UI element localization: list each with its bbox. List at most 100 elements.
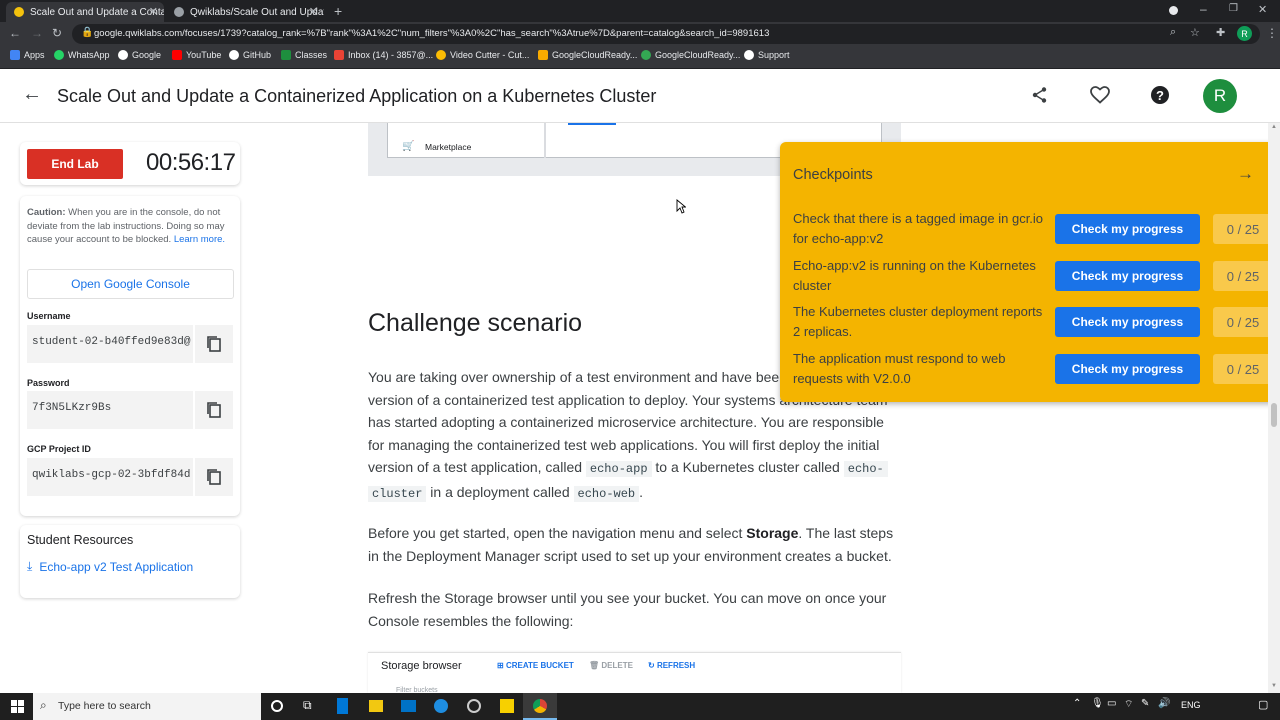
taskbar-search-box[interactable]: ⌕ Type here to search (33, 693, 261, 720)
language-indicator[interactable]: ENG (1181, 700, 1201, 710)
project-id-field[interactable]: qwiklabs-gcp-02-3bfdf84d (27, 458, 193, 496)
cart-icon: 🛒 (402, 141, 415, 152)
username-field[interactable]: student-02-b40ffed9e83d@ (27, 325, 193, 363)
bookmark-classes[interactable]: Classes (281, 50, 327, 60)
notifications-icon[interactable]: ▢ (1258, 698, 1268, 711)
reload-icon[interactable]: ↻ (52, 26, 62, 40)
line: has started adopting a containerized mic… (368, 414, 884, 430)
copy-username-button[interactable] (195, 325, 233, 363)
tray-chevron-icon[interactable]: ⌃ (1073, 698, 1081, 709)
bookmark-github[interactable]: GitHub (229, 50, 271, 60)
user-avatar[interactable]: R (1203, 79, 1237, 113)
back-arrow-icon[interactable]: ← (22, 83, 42, 106)
bookmark-gcr-1[interactable]: GoogleCloudReady... (538, 50, 637, 60)
profile-avatar[interactable]: R (1237, 26, 1252, 41)
check-progress-button[interactable]: Check my progress (1055, 214, 1200, 244)
line: in the Deployment Manager script used to… (368, 547, 892, 564)
bookmark-google[interactable]: Google (118, 50, 161, 60)
check-progress-button[interactable]: Check my progress (1055, 354, 1200, 384)
storage-paragraph: Before you get started, open the navigat… (368, 522, 908, 567)
address-bar[interactable]: 🔒 google.qwiklabs.com/focuses/1739?catal… (72, 24, 1260, 44)
menu-kebab-icon[interactable]: ⋮ (1266, 26, 1278, 40)
bookmark-inbox[interactable]: Inbox (14) - 3857@... (334, 50, 433, 60)
resource-link[interactable]: ⤓ Echo-app v2 Test Application (27, 559, 193, 574)
scrollbar-thumb[interactable] (1271, 403, 1277, 427)
lock-icon: 🔒 (81, 27, 94, 38)
edge-icon[interactable] (434, 699, 448, 713)
close-tab-icon[interactable]: ✕ (149, 5, 158, 18)
media-icon[interactable] (1169, 6, 1178, 15)
forward-icon[interactable]: → (31, 26, 43, 40)
caution-label: Caution: (27, 207, 66, 218)
browser-tab[interactable]: Qwiklabs/Scale Out and Update ✕ (166, 2, 324, 22)
bookmark-whatsapp[interactable]: WhatsApp (54, 50, 110, 60)
minimize-icon[interactable]: – (1200, 2, 1207, 16)
challenge-heading: Challenge scenario (368, 309, 583, 337)
copy-icon (207, 336, 221, 352)
taskbar-search-placeholder: Type here to search (58, 700, 151, 712)
extensions-icon[interactable]: ✚ (1216, 26, 1225, 39)
copy-password-button[interactable] (195, 391, 233, 429)
arrow-forward-icon[interactable]: → (1237, 164, 1254, 184)
bookmark-video-cutter[interactable]: Video Cutter - Cut... (436, 50, 529, 60)
bookmark-support[interactable]: Support (744, 50, 790, 60)
google-icon (118, 50, 128, 60)
copy-project-id-button[interactable] (195, 458, 233, 496)
storage-browser-title: Storage browser (381, 660, 462, 672)
checkpoint-text: The application must respond to web requ… (793, 351, 1006, 386)
battery-icon[interactable]: ▭ (1107, 698, 1116, 709)
new-tab-icon[interactable]: + (334, 3, 342, 19)
code-echo-app: echo-app (585, 461, 652, 477)
volume-icon[interactable]: 🔊 (1158, 698, 1170, 709)
help-icon[interactable]: ? (1151, 86, 1169, 104)
lab-timer: 00:56:17 (146, 149, 236, 176)
username-field-group: student-02-b40ffed9e83d@ (27, 325, 234, 365)
network-icon[interactable]: ⌔ (1124, 698, 1133, 711)
share-icon[interactable] (1031, 86, 1049, 109)
end-lab-button[interactable]: End Lab (27, 149, 123, 179)
check-progress-button[interactable]: Check my progress (1055, 261, 1200, 291)
file-explorer-icon[interactable] (369, 700, 383, 712)
open-console-button[interactable]: Open Google Console (27, 269, 234, 299)
close-tab-icon[interactable]: ✕ (309, 5, 318, 18)
restore-icon[interactable]: ❐ (1229, 3, 1238, 14)
project-id-label: GCP Project ID (27, 444, 91, 454)
delete-label: 🗑 DELETE (589, 661, 633, 670)
zoom-icon[interactable]: ⌕ (1170, 26, 1176, 39)
checkpoint-score: 0 / 25 (1213, 214, 1273, 244)
github-favicon-icon (174, 7, 184, 17)
browser-tab-active[interactable]: Scale Out and Update a Containe ✕ (6, 2, 164, 22)
scroll-down-icon[interactable]: ▼ (1271, 683, 1277, 689)
refresh-label: ↻ REFRESH (648, 661, 696, 670)
microphone-icon[interactable]: 🎙 (1091, 698, 1104, 709)
bookmark-gcr-2[interactable]: GoogleCloudReady... (641, 50, 740, 60)
github-icon (744, 50, 754, 60)
sticky-notes-icon[interactable] (500, 699, 514, 713)
windows-start-icon[interactable] (11, 700, 24, 713)
page-scrollbar[interactable]: ▲ ▼ (1268, 123, 1280, 693)
task-view-icon[interactable]: ⧉ (303, 698, 312, 713)
star-icon[interactable]: ☆ (1190, 26, 1200, 39)
chrome-taskbar-button[interactable] (523, 693, 557, 720)
bookmark-apps[interactable]: Apps (10, 50, 45, 60)
checkpoint-text: Echo-app:v2 is running on the Kubernetes… (793, 258, 1036, 293)
username-label: Username (27, 311, 71, 321)
window-close-icon[interactable]: ✕ (1258, 3, 1267, 16)
heart-icon[interactable] (1090, 86, 1110, 109)
app-icon[interactable] (467, 699, 481, 713)
url-text: google.qwiklabs.com/focuses/1739?catalog… (94, 28, 770, 39)
mail-icon[interactable] (401, 700, 416, 712)
file-icon[interactable] (337, 698, 348, 714)
pen-icon[interactable]: ✎ (1141, 698, 1149, 709)
learn-more-link[interactable]: Learn more. (174, 234, 225, 245)
student-resources-card: Student Resources ⤓ Echo-app v2 Test App… (20, 525, 240, 598)
check-progress-button[interactable]: Check my progress (1055, 307, 1200, 337)
back-icon[interactable]: ← (9, 26, 21, 40)
password-field[interactable]: 7f3N5LKzr9Bs (27, 391, 193, 429)
cortana-icon[interactable] (271, 700, 283, 712)
folder-icon (538, 50, 548, 60)
checkpoint-text: Check that there is a tagged image in gc… (793, 211, 1044, 246)
lab-header: ← Scale Out and Update a Containerized A… (0, 69, 1280, 123)
bookmark-youtube[interactable]: YouTube (172, 50, 221, 60)
scroll-up-icon[interactable]: ▲ (1271, 124, 1277, 130)
